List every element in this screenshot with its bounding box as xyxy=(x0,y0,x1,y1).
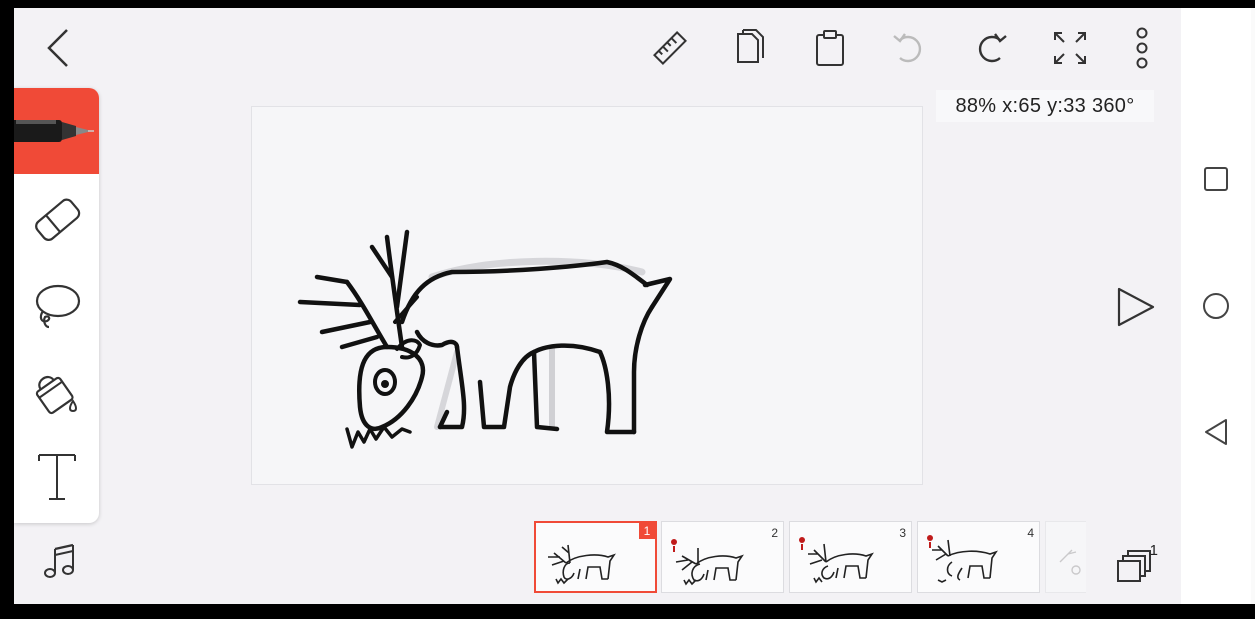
back-button[interactable] xyxy=(38,26,78,70)
redo-icon xyxy=(978,33,1007,63)
app-screen: 88% x:65 y:33 360° 1 2 3 4 1 xyxy=(14,8,1181,604)
reindeer-drawing xyxy=(297,229,673,449)
status-text: 88% x:65 y:33 360° xyxy=(955,94,1135,117)
frame-preview xyxy=(1059,549,1081,575)
music-button[interactable] xyxy=(38,540,80,584)
fullscreen-button[interactable] xyxy=(1046,26,1094,70)
square-icon xyxy=(1204,167,1228,191)
redo-button[interactable] xyxy=(966,26,1014,70)
lasso-tool[interactable] xyxy=(14,262,99,348)
back-icon xyxy=(47,29,68,67)
eraser-icon xyxy=(34,198,80,241)
play-icon xyxy=(1117,287,1155,327)
frame-number: 2 xyxy=(771,526,778,540)
text-tool[interactable] xyxy=(14,434,99,520)
frame-preview xyxy=(671,539,744,586)
fullscreen-icon xyxy=(1054,32,1086,64)
frame-number: 3 xyxy=(899,526,906,540)
layers-count: 1 xyxy=(1149,542,1158,559)
text-icon xyxy=(37,454,76,500)
ruler-icon xyxy=(653,31,687,65)
recents-button[interactable] xyxy=(1199,162,1233,196)
frame-number: 4 xyxy=(1027,526,1034,540)
lasso-icon xyxy=(35,284,80,329)
music-note-icon xyxy=(44,543,74,578)
duplicate-icon xyxy=(737,29,764,63)
undo-icon xyxy=(893,33,922,63)
system-back-button[interactable] xyxy=(1199,415,1233,449)
edge-strip xyxy=(1251,8,1255,604)
undo-button[interactable] xyxy=(886,26,934,70)
frame-timeline: 1 2 3 4 xyxy=(534,521,1094,595)
frame-thumbnail-partial[interactable] xyxy=(1045,521,1086,593)
eraser-tool[interactable] xyxy=(14,176,99,262)
paint-bucket-icon xyxy=(35,375,77,415)
frame-thumbnail[interactable]: 4 xyxy=(917,521,1040,593)
pen-icon xyxy=(14,120,94,142)
system-nav-bar xyxy=(1181,8,1251,604)
paste-button[interactable] xyxy=(806,26,854,70)
tool-panel xyxy=(14,88,99,523)
drawing-canvas[interactable] xyxy=(251,106,923,485)
circle-home-icon xyxy=(1203,293,1229,319)
play-button[interactable] xyxy=(1110,282,1160,332)
frame-preview xyxy=(799,537,874,584)
frame-thumbnail[interactable]: 3 xyxy=(789,521,912,593)
zoom-position-readout: 88% x:65 y:33 360° xyxy=(936,90,1154,122)
frame-number: 1 xyxy=(639,523,655,539)
frame-preview xyxy=(548,544,616,585)
more-button[interactable] xyxy=(1118,24,1166,72)
pen-tool[interactable] xyxy=(14,88,99,174)
more-icon xyxy=(1136,27,1148,69)
triangle-back-icon xyxy=(1205,419,1227,445)
duplicate-button[interactable] xyxy=(726,26,774,70)
home-button[interactable] xyxy=(1199,289,1233,323)
frame-thumbnail[interactable]: 1 xyxy=(534,521,657,593)
ruler-button[interactable] xyxy=(646,26,694,70)
layers-button[interactable]: 1 xyxy=(1110,540,1160,588)
clipboard-icon xyxy=(816,30,844,66)
frame-thumbnail[interactable]: 2 xyxy=(661,521,784,593)
frame-preview xyxy=(927,535,998,583)
fill-tool[interactable] xyxy=(14,348,99,434)
